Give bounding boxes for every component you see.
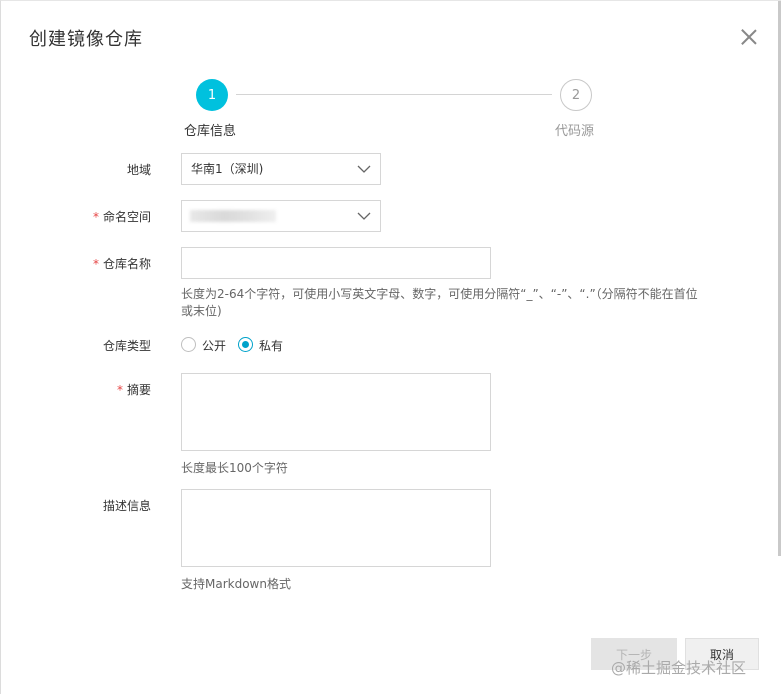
dialog-title: 创建镜像仓库 (29, 29, 143, 50)
step-2-label: 代码源 (555, 124, 595, 139)
repo-type-private-label[interactable]: 私有 (259, 337, 283, 354)
summary-textarea[interactable] (181, 373, 491, 451)
summary-hint: 长度最长100个字符 (181, 461, 288, 475)
namespace-label: * 命名空间 (92, 210, 151, 224)
description-label: 描述信息 (102, 499, 151, 513)
summary-label: * 摘要 (116, 383, 151, 397)
step-1-label: 仓库信息 (184, 124, 237, 139)
chevron-down-icon (357, 165, 371, 173)
region-value: 华南1（深圳) (191, 162, 264, 176)
close-icon[interactable] (739, 27, 759, 47)
namespace-value-redacted (190, 210, 276, 222)
repo-name-label: * 仓库名称 (92, 257, 151, 271)
step-1-circle: 1 (196, 79, 228, 111)
description-textarea[interactable] (181, 489, 491, 567)
step-connector (236, 94, 552, 95)
repo-type-private-radio[interactable] (238, 337, 253, 352)
create-repo-dialog: 创建镜像仓库 1 2 仓库信息 代码源 地域 华南1（深圳) * 命名空间 * 仓库… (0, 0, 781, 694)
repo-type-label: 仓库类型 (102, 339, 151, 353)
repo-name-hint: 长度为2-64个字符，可使用小写英文字母、数字，可使用分隔符“_”、“-”、“.… (181, 287, 698, 318)
repo-type-public-radio[interactable] (181, 337, 196, 352)
namespace-select[interactable] (181, 200, 381, 232)
step-2-circle: 2 (560, 79, 592, 111)
description-hint: 支持Markdown格式 (181, 577, 291, 591)
chevron-down-icon (357, 212, 371, 220)
watermark: @稀土掘金技术社区 (611, 659, 747, 677)
repo-name-input[interactable] (181, 247, 491, 279)
region-select[interactable]: 华南1（深圳) (181, 153, 381, 185)
repo-type-public-label[interactable]: 公开 (202, 337, 226, 354)
region-label: 地域 (126, 163, 151, 177)
